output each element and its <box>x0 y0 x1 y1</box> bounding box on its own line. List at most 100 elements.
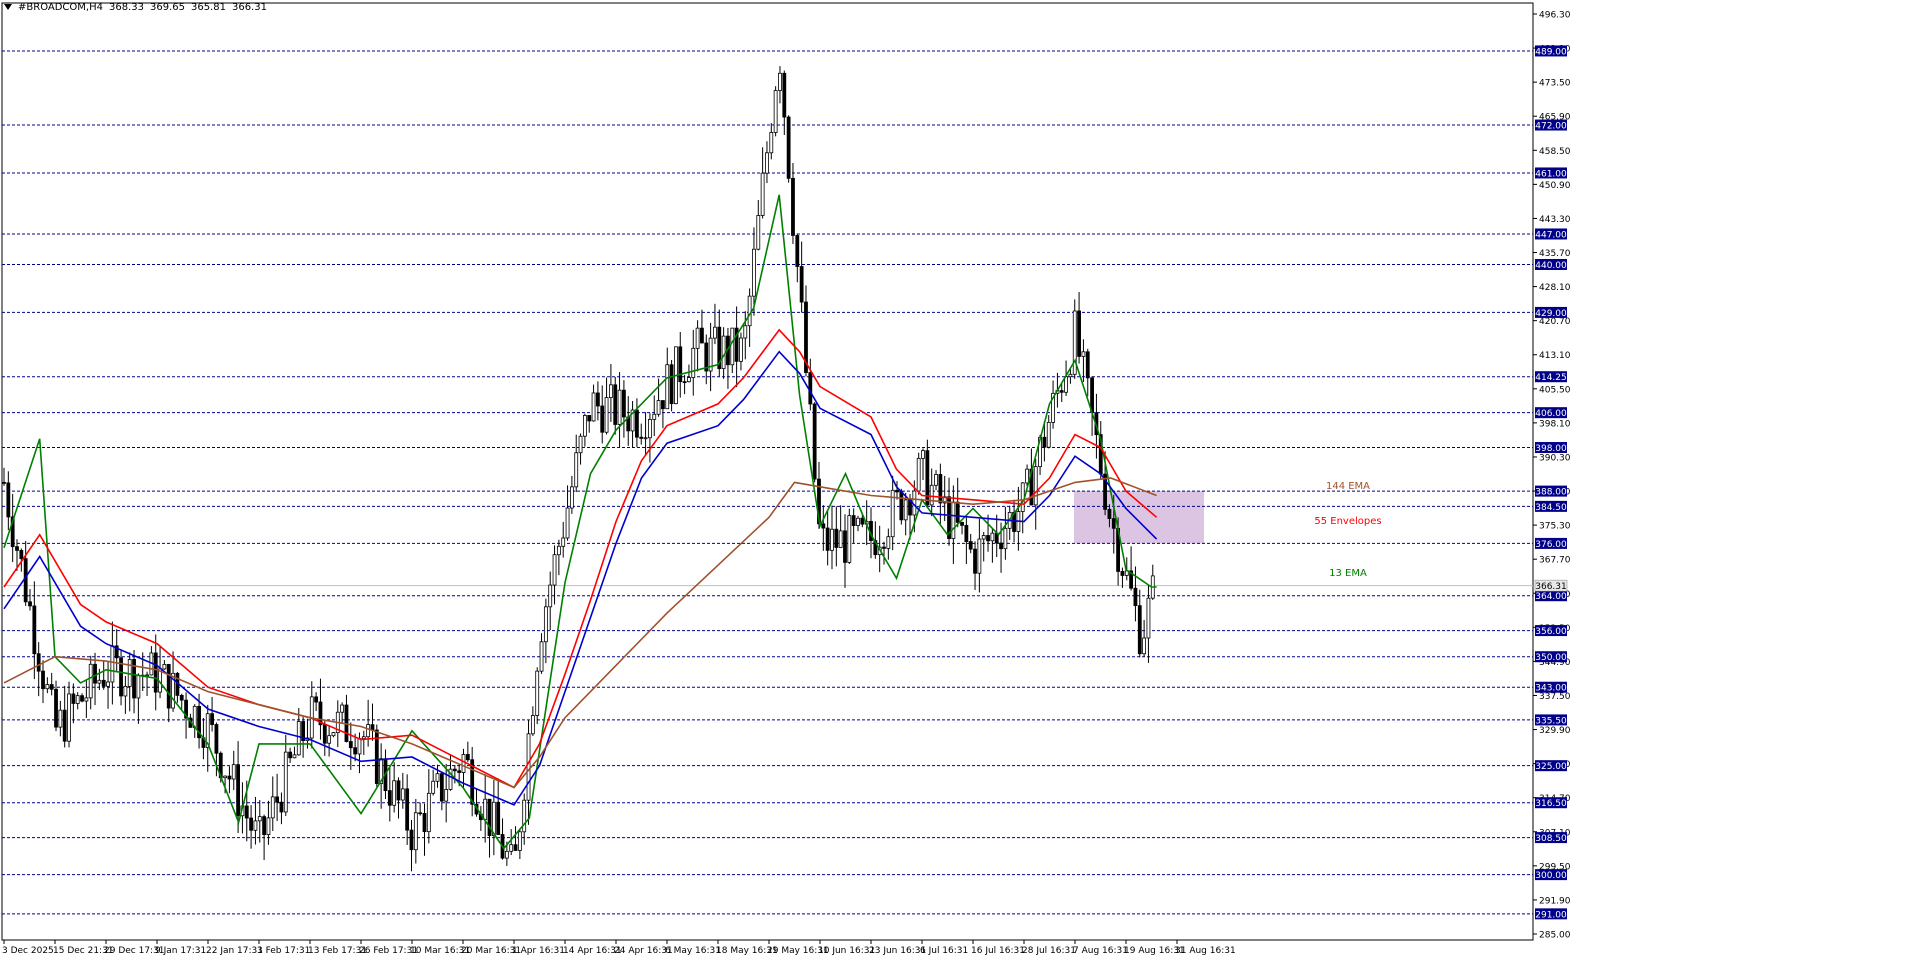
candle-body <box>210 713 214 725</box>
candle-body <box>765 152 769 174</box>
candle-body <box>405 788 410 831</box>
candle-body <box>968 541 973 550</box>
candle-body <box>145 674 149 677</box>
candle-body <box>895 489 899 493</box>
candle-body <box>67 693 71 742</box>
candle-body <box>36 653 41 672</box>
candle-body <box>548 584 553 608</box>
candle-body <box>526 733 531 801</box>
candle-body <box>1120 571 1125 576</box>
x-tick-label: 14 Apr 16:31 <box>563 946 622 956</box>
candle-body <box>266 817 271 836</box>
x-tick-label: 7 Aug 16:31 <box>1073 946 1128 956</box>
candle-body <box>270 796 275 819</box>
candle-body <box>899 491 904 521</box>
candle-body <box>45 684 50 690</box>
candle-body <box>730 327 735 366</box>
candle-body <box>296 721 301 756</box>
candle-body <box>903 499 908 521</box>
level-badge-label: 308.50 <box>1535 834 1567 844</box>
price-chart[interactable]: 144 EMA55 Envelopes13 EMA496.30481.10473… <box>0 0 1916 963</box>
candle-body <box>652 413 657 420</box>
candle-body <box>851 515 856 526</box>
candle-body <box>1085 351 1090 379</box>
x-tick-label: 31 Aug 16:31 <box>1175 946 1236 956</box>
candle-body <box>1025 468 1029 484</box>
level-badge-label: 350.00 <box>1535 653 1567 663</box>
candle-body <box>58 709 63 728</box>
candle-body <box>847 515 852 563</box>
y-tick-label: 390.30 <box>1539 453 1571 463</box>
candle-body <box>622 389 626 418</box>
candle-body <box>747 295 752 327</box>
y-tick-label: 413.10 <box>1539 351 1571 361</box>
candle-body <box>136 675 141 699</box>
candle-body <box>41 670 45 690</box>
candle-body <box>808 372 813 405</box>
x-tick-label: 9 Jan 17:31 <box>155 946 206 956</box>
candle-body <box>214 724 219 754</box>
candle-body <box>23 558 28 603</box>
candle-body <box>444 789 449 802</box>
candle-body <box>426 792 431 833</box>
legend-label: 144 EMA <box>1326 481 1370 492</box>
level-badge-label: 447.00 <box>1535 230 1567 240</box>
candle-body <box>1077 310 1081 357</box>
y-tick-label: 496.30 <box>1539 11 1571 21</box>
envelope-lower-line <box>3 350 1158 806</box>
candle-body <box>461 754 466 773</box>
candle-body <box>682 381 687 384</box>
level-badge-label: 388.00 <box>1535 488 1567 498</box>
candle-body <box>1107 508 1112 519</box>
current-price-label: 366.31 <box>1535 582 1567 592</box>
candle-body <box>314 696 319 703</box>
candle-body <box>32 605 37 655</box>
candle-body <box>19 550 24 560</box>
candle-body <box>981 535 986 540</box>
candle-body <box>257 816 262 822</box>
candle-body <box>786 116 791 179</box>
y-tick-label: 458.50 <box>1539 147 1571 157</box>
level-badge-label: 364.00 <box>1535 592 1567 602</box>
candle-body <box>721 335 726 370</box>
candle-body <box>609 384 613 398</box>
candle-body <box>838 530 843 548</box>
candle-body <box>530 715 535 735</box>
candle-body <box>244 805 249 819</box>
candle-body <box>6 482 11 518</box>
candle-body <box>1068 373 1073 378</box>
candle-body <box>413 812 418 851</box>
level-badge-label: 398.00 <box>1535 444 1567 454</box>
level-badge-label: 429.00 <box>1535 309 1567 319</box>
level-badge-label: 300.00 <box>1535 871 1567 881</box>
candle-body <box>569 486 574 509</box>
candle-body <box>1137 605 1142 655</box>
candle-body <box>691 347 696 378</box>
candle-body <box>54 688 58 728</box>
candle-body <box>929 484 934 506</box>
candle-body <box>75 695 80 704</box>
candle-body <box>713 326 717 339</box>
candle-body <box>223 775 227 779</box>
candle-body <box>1081 351 1086 357</box>
candle-body <box>275 796 280 803</box>
candle-body <box>860 517 865 525</box>
y-tick-label: 443.30 <box>1539 215 1571 225</box>
candle-body <box>795 235 800 267</box>
candle-body <box>422 813 427 833</box>
candle-body <box>1033 466 1038 506</box>
candle-body <box>834 528 839 548</box>
candle-body <box>565 507 570 539</box>
candle-body <box>587 415 592 422</box>
candle-body <box>166 664 171 709</box>
level-badge-label: 335.50 <box>1535 716 1567 726</box>
candle-body <box>400 788 405 801</box>
candle-body <box>916 457 921 492</box>
x-tick-label: 6 Jul 16:31 <box>920 946 968 956</box>
y-tick-label: 435.70 <box>1539 249 1571 259</box>
x-tick-label: 16 Jul 16:31 <box>971 946 1025 956</box>
candle-body <box>934 474 938 486</box>
candle-body <box>535 670 540 716</box>
candle-body <box>439 773 444 802</box>
candle-body <box>283 751 288 813</box>
